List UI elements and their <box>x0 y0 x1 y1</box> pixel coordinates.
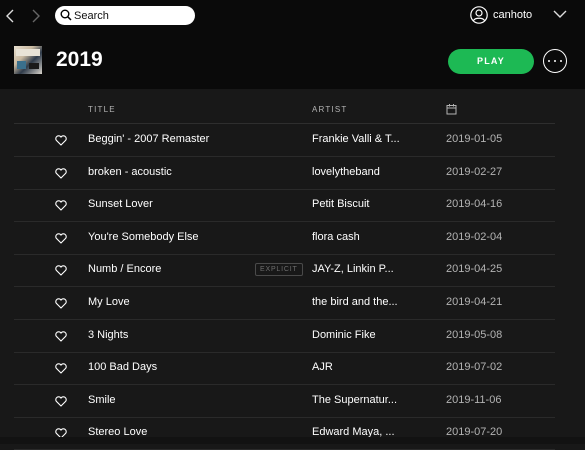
column-header-title[interactable]: TITLE <box>88 105 116 119</box>
track-artist[interactable]: Frankie Valli & T... <box>312 133 400 145</box>
track-title: Smile <box>88 393 116 406</box>
track-artist[interactable]: flora cash <box>312 231 360 243</box>
track-date-added: 2019-04-25 <box>446 263 503 276</box>
play-button[interactable]: PLAY <box>448 49 534 74</box>
explicit-badge: EXPLICIT <box>255 263 303 277</box>
more-options-button[interactable] <box>543 49 567 73</box>
playlist-cover <box>14 46 42 74</box>
track-title: 100 Bad Days <box>88 361 158 374</box>
track-artist[interactable]: JAY-Z, Linkin P... <box>312 263 394 275</box>
page-title: 2019 <box>56 48 103 71</box>
search-icon <box>60 9 72 21</box>
chevron-down-icon[interactable] <box>553 10 567 19</box>
table-row[interactable]: You're Somebody Else flora cash 2019-02-04 <box>14 222 555 255</box>
track-artist[interactable]: lovelytheband <box>312 166 380 178</box>
heart-icon[interactable] <box>55 329 67 347</box>
track-artist[interactable]: the bird and the... <box>312 296 398 308</box>
table-row[interactable]: Numb / Encore EXPLICIT JAY-Z, Linkin P... 2… <box>14 254 555 288</box>
track-title: You're Somebody Else <box>88 230 199 243</box>
search-input[interactable] <box>74 7 189 24</box>
track-artist[interactable]: Petit Biscuit <box>312 198 369 210</box>
table-row[interactable]: Beggin' - 2007 Remaster Frankie Valli & T… <box>14 124 555 157</box>
column-header-date[interactable] <box>446 104 457 118</box>
heart-icon[interactable] <box>55 231 67 249</box>
track-date-added: 2019-02-04 <box>446 230 503 243</box>
track-title: broken - acoustic <box>88 165 172 178</box>
table-row[interactable]: broken - acoustic lovelytheband 2019-02-27 <box>14 157 555 190</box>
calendar-icon <box>446 104 457 115</box>
track-title: My Love <box>88 296 130 308</box>
heart-icon[interactable] <box>55 263 67 281</box>
heart-icon[interactable] <box>55 296 67 314</box>
table-row[interactable]: 3 Nights Dominic Fike 2019-05-08 <box>14 320 555 353</box>
forward-arrow-icon[interactable] <box>28 6 44 26</box>
table-row[interactable]: Smile The Supernatur... 2019-11-06 <box>14 385 555 418</box>
track-artist[interactable]: Dominic Fike <box>312 329 376 341</box>
heart-icon[interactable] <box>55 198 67 216</box>
scrollbar[interactable] <box>0 437 585 444</box>
column-header-artist[interactable]: ARTIST <box>312 105 348 119</box>
heart-icon[interactable] <box>55 133 67 151</box>
track-date-added: 2019-02-27 <box>446 165 503 178</box>
track-date-added: 2019-05-08 <box>446 328 503 341</box>
table-row[interactable]: Stereo Love Edward Maya, ... 2019-07-20 <box>14 417 555 450</box>
track-title: Numb / Encore <box>88 263 162 276</box>
track-artist[interactable]: The Supernatur... <box>312 394 397 406</box>
heart-icon[interactable] <box>55 361 67 379</box>
track-date-added: 2019-07-02 <box>446 361 503 374</box>
track-artist[interactable]: AJR <box>312 361 333 373</box>
track-title: 3 Nights <box>88 328 129 341</box>
track-title: Sunset Lover <box>88 198 153 211</box>
table-row[interactable]: 100 Bad Days AJR 2019-07-02 <box>14 352 555 386</box>
track-title: Beggin' - 2007 Remaster <box>88 133 210 145</box>
username: canhoto <box>493 9 533 21</box>
track-date-added: 2019-04-16 <box>446 198 503 211</box>
table-row[interactable]: Sunset Lover Petit Biscuit 2019-04-16 <box>14 189 555 223</box>
heart-icon[interactable] <box>55 166 67 184</box>
track-date-added: 2019-11-06 <box>446 393 502 406</box>
table-row[interactable]: My Love the bird and the... 2019-04-21 <box>14 287 555 320</box>
search-box[interactable] <box>55 6 195 25</box>
back-arrow-icon[interactable] <box>2 6 18 26</box>
track-date-added: 2019-01-05 <box>446 133 503 145</box>
top-bar: canhoto <box>0 0 585 32</box>
track-date-added: 2019-04-21 <box>446 296 503 308</box>
user-avatar-icon <box>470 6 488 24</box>
heart-icon[interactable] <box>55 394 67 412</box>
